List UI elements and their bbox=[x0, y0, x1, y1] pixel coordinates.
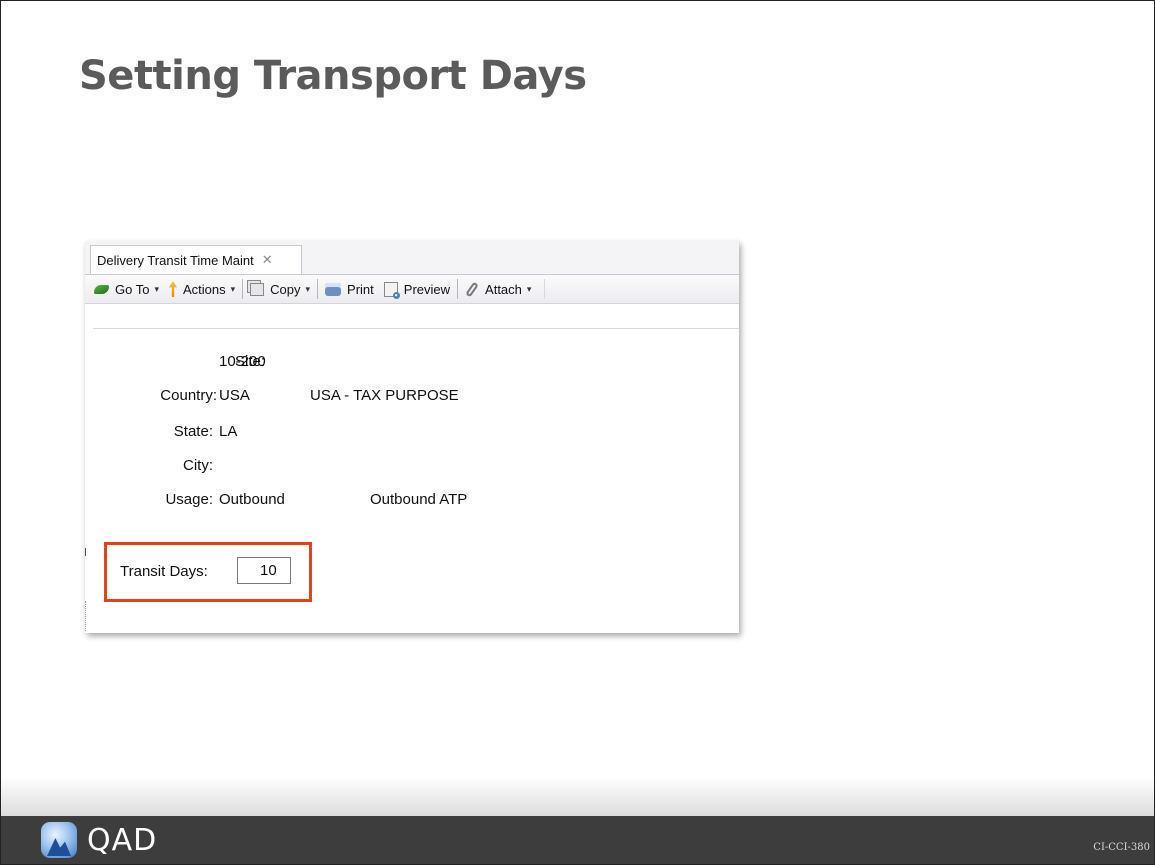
form-divider bbox=[93, 328, 739, 329]
preview-icon bbox=[383, 281, 400, 299]
usage-value[interactable]: Outbound bbox=[219, 491, 285, 508]
site-row: Site: 10-200 bbox=[85, 353, 739, 373]
chevron-down-icon: ▾ bbox=[154, 283, 159, 294]
qad-logo-text: QAD bbox=[87, 822, 158, 858]
slide-code: CI-CCI-380 bbox=[1093, 842, 1150, 853]
transit-days-label: Transit Days: bbox=[120, 563, 208, 580]
actions-icon bbox=[168, 281, 177, 297]
city-row: City: bbox=[85, 457, 739, 477]
copy-button[interactable]: Copy ▾ bbox=[245, 278, 315, 300]
state-label: State: bbox=[173, 423, 213, 440]
transit-days-highlight: Transit Days: bbox=[104, 542, 312, 602]
toolbar-separator bbox=[317, 279, 319, 299]
copy-label: Copy bbox=[270, 281, 301, 297]
chevron-down-icon: ▾ bbox=[230, 283, 236, 294]
print-button[interactable]: Print bbox=[320, 278, 379, 300]
tab-label: Delivery Transit Time Maint bbox=[97, 252, 254, 268]
toolbar-separator bbox=[242, 279, 244, 299]
app-window: Delivery Transit Time Maint ✕ Go To ▾ Ac… bbox=[85, 241, 739, 633]
close-icon[interactable]: ✕ bbox=[262, 252, 273, 268]
slide-title: Setting Transport Days bbox=[79, 53, 587, 99]
footer-bar: QAD CI-CCI-380 bbox=[1, 816, 1154, 864]
preview-button[interactable]: Preview bbox=[379, 278, 455, 300]
site-value[interactable]: 10-200 bbox=[219, 353, 266, 370]
usage-row: Usage: Outbound Outbound ATP bbox=[85, 491, 739, 511]
state-value[interactable]: LA bbox=[219, 423, 237, 440]
goto-icon bbox=[94, 284, 109, 294]
actions-button[interactable]: Actions ▾ bbox=[164, 278, 240, 300]
usage-description: Outbound ATP bbox=[370, 491, 468, 508]
transit-days-input[interactable] bbox=[237, 557, 291, 584]
qad-logo-icon bbox=[41, 822, 77, 858]
footer-gradient bbox=[1, 776, 1154, 816]
preview-label: Preview bbox=[403, 281, 451, 297]
copy-icon bbox=[250, 282, 265, 296]
tab-bar: Delivery Transit Time Maint ✕ bbox=[85, 241, 739, 274]
chevron-down-icon: ▾ bbox=[305, 283, 311, 294]
qad-logo: QAD bbox=[41, 822, 157, 858]
country-row: Country: USA USA - TAX PURPOSE bbox=[85, 387, 739, 407]
city-label: City: bbox=[183, 457, 213, 474]
toolbar-separator bbox=[457, 279, 459, 299]
attach-button[interactable]: Attach ▾ bbox=[460, 278, 536, 300]
goto-button[interactable]: Go To ▾ bbox=[89, 278, 164, 300]
toolbar-separator bbox=[544, 279, 546, 299]
tab-delivery-transit-time-maint[interactable]: Delivery Transit Time Maint ✕ bbox=[90, 245, 302, 274]
toolbar: Go To ▾ Actions ▾ Copy ▾ Print Preview A… bbox=[85, 274, 739, 304]
border-mark bbox=[85, 601, 87, 631]
border-mark bbox=[85, 548, 86, 556]
usage-label: Usage: bbox=[165, 491, 213, 508]
print-icon bbox=[325, 282, 342, 296]
print-label: Print bbox=[347, 281, 374, 297]
attach-icon bbox=[465, 281, 479, 297]
actions-label: Actions bbox=[182, 281, 226, 297]
country-value[interactable]: USA bbox=[219, 387, 250, 404]
country-description: USA - TAX PURPOSE bbox=[310, 387, 459, 404]
chevron-down-icon: ▾ bbox=[526, 283, 532, 294]
slide: Setting Transport Days Delivery Transit … bbox=[0, 0, 1155, 865]
goto-label: Go To bbox=[115, 281, 150, 297]
state-row: State: LA bbox=[85, 423, 739, 443]
country-label: Country: bbox=[160, 387, 217, 404]
attach-label: Attach bbox=[485, 281, 522, 297]
